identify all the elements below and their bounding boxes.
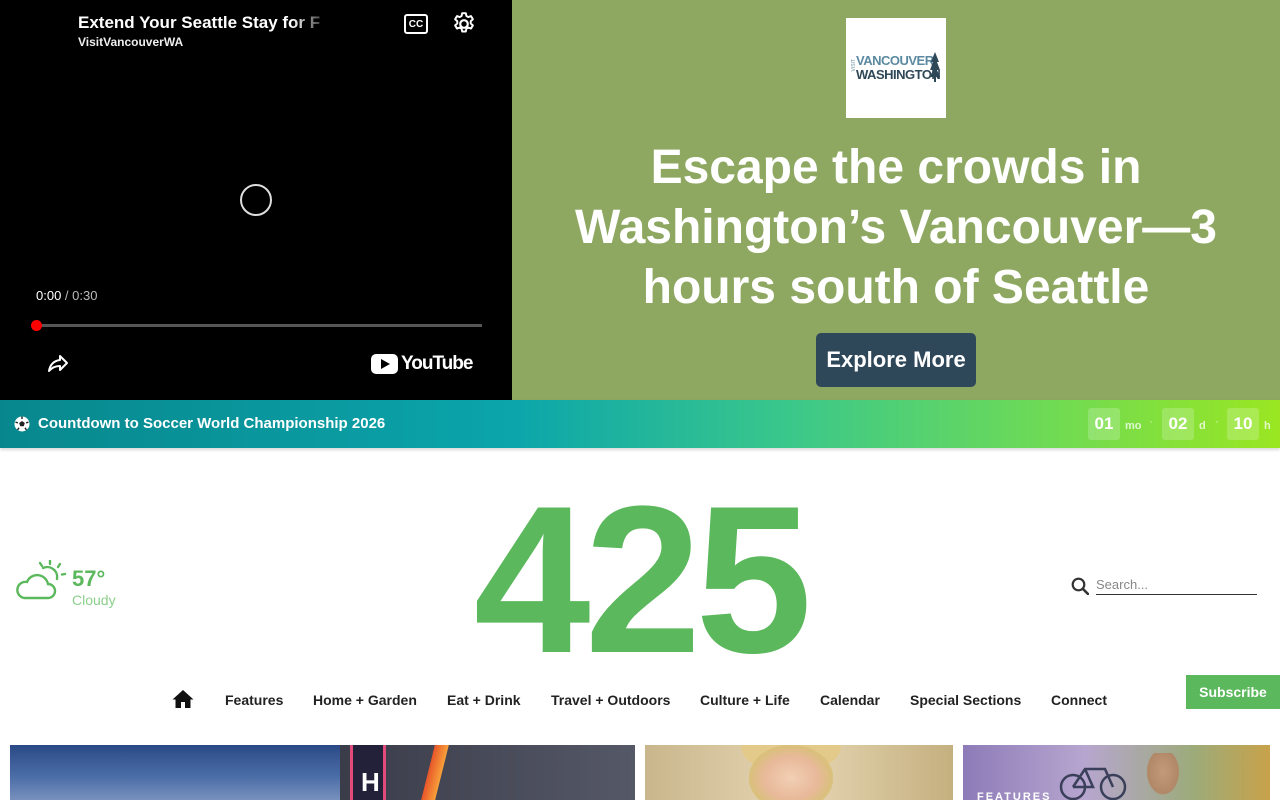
partly-cloudy-icon	[16, 560, 67, 600]
weather-temperature: 57°	[72, 566, 106, 591]
subscribe-button[interactable]: Subscribe	[1186, 675, 1280, 709]
article-card[interactable]	[645, 745, 953, 800]
countdown-months: 01 mo	[1088, 408, 1142, 440]
gear-icon[interactable]	[451, 11, 477, 37]
cc-icon[interactable]: CC	[404, 14, 428, 34]
youtube-wordmark: YouTube	[401, 353, 473, 374]
pine-tree-icon	[930, 52, 940, 82]
article-card[interactable]: FEATURES	[963, 745, 1270, 800]
nav-item-calendar[interactable]: Calendar	[820, 692, 880, 708]
article-cards: H FEATURES	[0, 745, 1280, 800]
video-scrubber-handle[interactable]	[31, 320, 42, 331]
search-input[interactable]	[1096, 575, 1257, 595]
youtube-play-icon	[371, 354, 398, 374]
nav-item-culture-life[interactable]: Culture + Life	[700, 692, 790, 708]
countdown-days: 02 d	[1162, 408, 1206, 440]
explore-more-button[interactable]: Explore More	[816, 333, 976, 387]
ad-headline[interactable]: Escape the crowds in Washington’s Vancou…	[542, 138, 1250, 318]
nav-item-features[interactable]: Features	[225, 692, 283, 708]
video-title[interactable]: Extend Your Seattle Stay for F	[78, 13, 332, 33]
time-current: 0:00	[36, 288, 62, 303]
nav-item-eat-drink[interactable]: Eat + Drink	[447, 692, 521, 708]
card-image-neon-sign: H	[350, 745, 386, 800]
weather-condition: Cloudy	[72, 592, 116, 608]
nav-item-connect[interactable]: Connect	[1051, 692, 1107, 708]
countdown-hours-label: h	[1264, 420, 1271, 432]
time-separator: /	[61, 288, 73, 303]
countdown-separator: ·	[1215, 414, 1219, 428]
video-channel-name[interactable]: VisitVancouverWA	[78, 35, 183, 49]
nav-item-special-sections[interactable]: Special Sections	[910, 692, 1021, 708]
search-bar[interactable]	[1070, 575, 1260, 597]
countdown-hours: 10 h	[1227, 408, 1271, 440]
loading-spinner-icon	[240, 184, 272, 216]
main-nav: Features Home + Garden Eat + Drink Trave…	[0, 686, 1280, 716]
countdown-hours-value: 10	[1227, 408, 1259, 440]
share-icon[interactable]	[46, 352, 70, 376]
article-card[interactable]: H	[10, 745, 635, 800]
ad-banner[interactable]: Extend Your Seattle Stay for F VisitVanc…	[0, 0, 1280, 400]
countdown-months-label: mo	[1125, 420, 1142, 432]
card-category-tag: FEATURES	[977, 791, 1052, 800]
countdown-days-label: d	[1199, 420, 1206, 432]
card-image-person	[1143, 753, 1183, 800]
nav-item-home-garden[interactable]: Home + Garden	[313, 692, 417, 708]
countdown-months-value: 01	[1088, 408, 1120, 440]
visit-vancouver-logo[interactable]: VISIT VANCOUVER WASHINGTON	[846, 18, 946, 118]
video-progress-bar[interactable]	[31, 320, 482, 331]
time-duration: 0:30	[72, 288, 98, 303]
video-player[interactable]: Extend Your Seattle Stay for F VisitVanc…	[0, 0, 512, 400]
weather-widget[interactable]: 57° Cloudy	[14, 560, 134, 612]
search-icon[interactable]	[1071, 577, 1089, 595]
page-root: { "ad": { "video": { "title": "Extend Yo…	[0, 0, 1280, 800]
soccer-ball-icon	[14, 416, 30, 432]
countdown-title: Countdown to Soccer World Championship 2…	[38, 415, 386, 432]
home-icon[interactable]	[172, 689, 194, 709]
countdown-separator: ·	[1149, 414, 1153, 428]
youtube-logo-icon[interactable]: YouTube	[371, 353, 473, 375]
site-logo[interactable]: 425	[440, 470, 840, 690]
card-image-portrait	[749, 745, 833, 800]
ad-panel[interactable]: VISIT VANCOUVER WASHINGTON Escape the cr…	[512, 0, 1280, 400]
countdown-days-value: 02	[1162, 408, 1194, 440]
video-timecode: 0:00 / 0:30	[36, 288, 97, 303]
countdown-bar: Countdown to Soccer World Championship 2…	[0, 400, 1280, 448]
logo-line-2: WASHINGTON	[856, 67, 941, 82]
card-image-bicycle	[1059, 767, 1127, 800]
nav-item-travel-outdoors[interactable]: Travel + Outdoors	[551, 692, 670, 708]
cc-label: CC	[408, 18, 424, 30]
logo-line-1: VANCOUVER	[856, 53, 934, 68]
